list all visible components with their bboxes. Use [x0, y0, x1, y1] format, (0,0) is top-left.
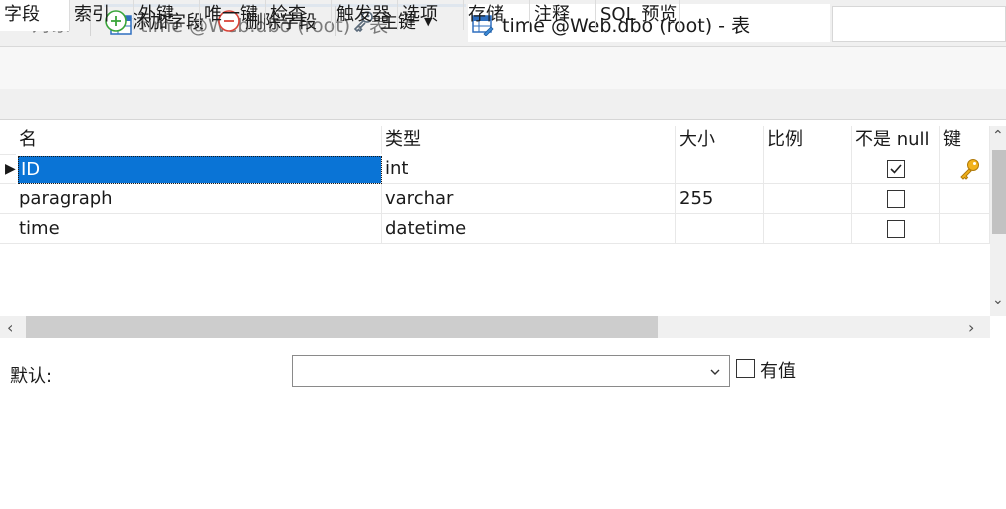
column-header-size[interactable]: 大小: [676, 126, 764, 154]
has-value-label: 有值: [760, 361, 796, 382]
cell-not-null[interactable]: [852, 214, 940, 244]
cell-size[interactable]: [676, 154, 764, 184]
primary-key-icon: [960, 159, 979, 180]
column-header-name[interactable]: 名: [16, 126, 382, 154]
not-null-checkbox[interactable]: [887, 190, 905, 208]
tab-indexes[interactable]: 索引: [70, 0, 134, 30]
cell-scale[interactable]: [764, 184, 852, 214]
vertical-scroll-thumb[interactable]: [992, 150, 1006, 234]
not-null-checkbox[interactable]: [887, 220, 905, 238]
cell-key[interactable]: [940, 154, 990, 184]
scroll-up-icon[interactable]: ⌃: [992, 128, 1004, 144]
tab-search-box[interactable]: [832, 6, 1006, 42]
tab-storage[interactable]: 存储: [464, 0, 530, 30]
cell-scale[interactable]: [764, 154, 852, 184]
cell-scale[interactable]: [764, 214, 852, 244]
cell-key[interactable]: [940, 184, 990, 214]
horizontal-scroll-thumb[interactable]: [26, 316, 658, 338]
tab-unique-keys[interactable]: 唯一键: [200, 0, 266, 30]
column-header-key[interactable]: 键: [940, 126, 990, 154]
cell-name[interactable]: ID: [18, 156, 382, 184]
cell-key[interactable]: [940, 214, 990, 244]
cell-size[interactable]: [676, 214, 764, 244]
tab-fields[interactable]: 字段: [0, 0, 70, 31]
cell-not-null[interactable]: [852, 184, 940, 214]
row-marker-current[interactable]: ▶: [0, 154, 16, 184]
toolbar: [0, 47, 1006, 89]
cell-type[interactable]: int: [382, 154, 676, 184]
cell-name[interactable]: paragraph: [16, 184, 382, 214]
column-header-type[interactable]: 类型: [382, 126, 676, 154]
tab-sql-preview[interactable]: SQL 预览: [596, 0, 680, 30]
inner-tab-bar: [0, 89, 1006, 120]
scroll-down-icon[interactable]: ⌄: [992, 292, 1004, 308]
cell-type[interactable]: varchar: [382, 184, 676, 214]
current-row-arrow-icon: ▶: [5, 161, 16, 177]
row-marker[interactable]: [0, 214, 16, 244]
fields-grid: 名 类型 大小 比例 不是 null 键 ▶ ID int paragraph …: [0, 120, 990, 316]
cell-name[interactable]: time: [16, 214, 382, 244]
tab-checks[interactable]: 检查: [266, 0, 332, 30]
scroll-right-icon[interactable]: ›: [968, 318, 974, 337]
chevron-down-icon: [710, 369, 720, 375]
default-label: 默认:: [10, 366, 53, 387]
row-marker[interactable]: [0, 184, 16, 214]
tab-triggers[interactable]: 触发器: [332, 0, 398, 30]
cell-size[interactable]: 255: [676, 184, 764, 214]
not-null-checkbox[interactable]: [887, 160, 905, 178]
cell-type[interactable]: datetime: [382, 214, 676, 244]
has-value-checkbox[interactable]: [736, 359, 755, 378]
tab-foreign-keys[interactable]: 外键: [134, 0, 200, 30]
default-value-combobox[interactable]: [292, 355, 730, 387]
checkmark-icon: [890, 164, 902, 174]
column-header-scale[interactable]: 比例: [764, 126, 852, 154]
tab-options[interactable]: 选项: [398, 0, 464, 30]
tab-comments[interactable]: 注释: [530, 0, 596, 30]
scroll-left-icon[interactable]: ‹: [7, 318, 13, 337]
column-header-not-null[interactable]: 不是 null: [852, 126, 940, 154]
cell-not-null[interactable]: [852, 154, 940, 184]
